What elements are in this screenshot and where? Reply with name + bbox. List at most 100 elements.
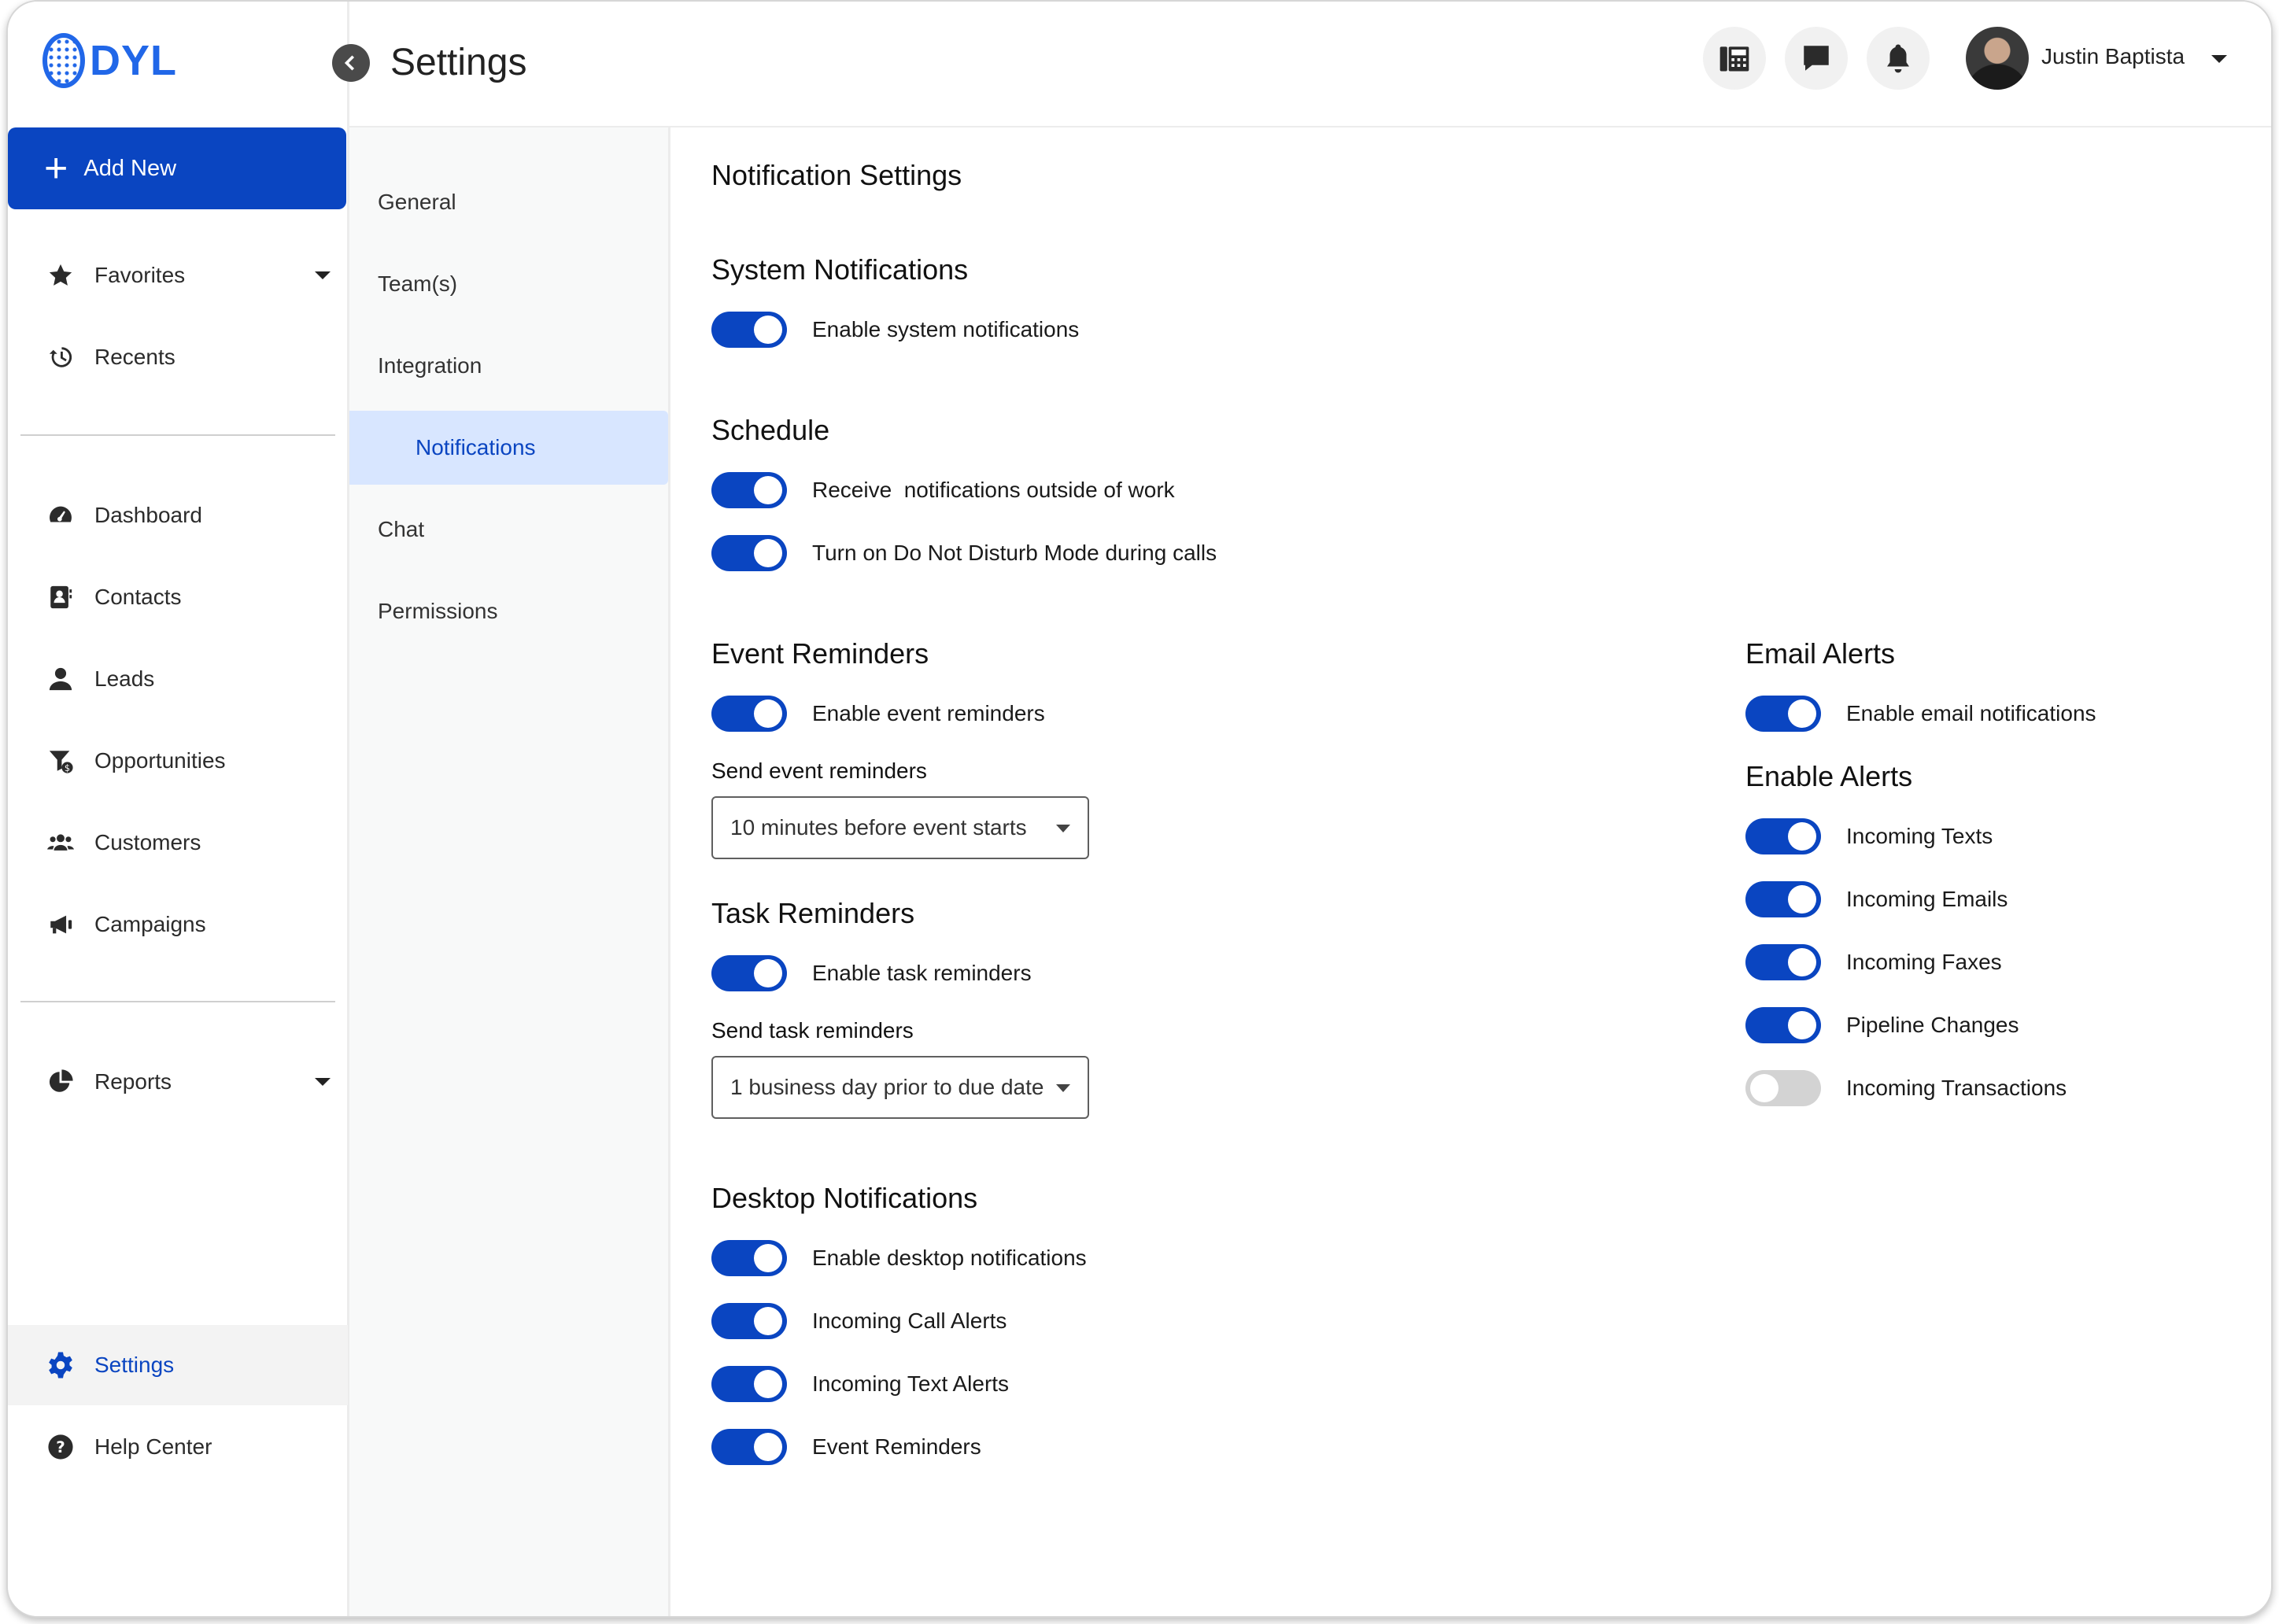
sidebar-item-customers[interactable]: Customers [8, 803, 348, 883]
fax-icon [1719, 46, 1749, 72]
gear-icon [46, 1350, 76, 1380]
desktop-notifications-toggle[interactable] [711, 1240, 787, 1276]
toggle-label: Incoming Emails [1846, 887, 2008, 911]
toggle-label: Enable desktop notifications [812, 1246, 1087, 1270]
add-new-label: Add New [83, 155, 177, 181]
sidebar-item-label: Leads [94, 666, 155, 691]
chevron-down-icon[interactable] [2211, 55, 2227, 63]
pipeline-changes-toggle[interactable] [1745, 1007, 1821, 1043]
send-event-reminders-label: Send event reminders [711, 758, 927, 783]
incoming-emails-row: Incoming Emails [1745, 881, 2008, 917]
sidebar-item-settings[interactable]: Settings [8, 1325, 348, 1405]
notifications-button[interactable] [1867, 27, 1930, 90]
incoming-call-alerts-toggle[interactable] [711, 1303, 787, 1339]
sidebar-item-label: Customers [94, 830, 201, 854]
toggle-label: Incoming Call Alerts [812, 1308, 1007, 1333]
chat-icon [1804, 46, 1829, 71]
incoming-texts-toggle[interactable] [1745, 818, 1821, 854]
logo-mark-icon [42, 33, 85, 88]
event-reminder-select[interactable]: 10 minutes before event starts [711, 796, 1089, 859]
subnav-item-general[interactable]: General [349, 165, 668, 239]
incoming-call-alerts-row: Incoming Call Alerts [711, 1303, 1007, 1339]
add-new-button[interactable]: + Add New [8, 127, 346, 209]
megaphone-icon [46, 910, 76, 939]
app-window: DYL + Add New Favorites Recents Dashboar… [6, 0, 2273, 1618]
fax-button[interactable] [1703, 27, 1766, 90]
email-notifications-toggle[interactable] [1745, 696, 1821, 732]
chevron-down-icon[interactable] [315, 1078, 331, 1086]
page-title: Settings [390, 42, 527, 83]
sidebar-item-favorites[interactable]: Favorites [8, 235, 348, 316]
history-icon [46, 342, 76, 372]
system-notifications-row: Enable system notifications [711, 312, 1079, 348]
sidebar-item-dashboard[interactable]: Dashboard [8, 475, 348, 555]
sidebar-item-label: Opportunities [94, 748, 226, 773]
avatar[interactable] [1966, 27, 2029, 90]
outside-work-row: Receive notifications outside of work [711, 472, 1175, 508]
desktop-event-reminders-row: Event Reminders [711, 1429, 981, 1465]
chat-button[interactable] [1785, 27, 1848, 90]
dnd-toggle[interactable] [711, 535, 787, 571]
dashboard-icon [46, 500, 76, 530]
users-icon [46, 828, 76, 858]
task-reminder-select[interactable]: 1 business day prior to due date [711, 1056, 1089, 1119]
task-reminders-heading: Task Reminders [711, 897, 915, 929]
sidebar-item-label: Recents [94, 345, 175, 369]
contacts-icon [46, 582, 76, 612]
send-task-reminders-label: Send task reminders [711, 1018, 914, 1043]
pipeline-changes-row: Pipeline Changes [1745, 1007, 2019, 1043]
toggle-label: Enable event reminders [812, 701, 1045, 725]
sidebar-item-opportunities[interactable]: $ Opportunities [8, 721, 348, 801]
system-notifications-toggle[interactable] [711, 312, 787, 348]
incoming-transactions-toggle[interactable] [1745, 1070, 1821, 1106]
logo[interactable]: DYL [42, 33, 177, 88]
toggle-label: Incoming Faxes [1846, 950, 2002, 974]
desktop-notifications-row: Enable desktop notifications [711, 1240, 1087, 1276]
subnav-item-chat[interactable]: Chat [349, 493, 668, 567]
toggle-label: Turn on Do Not Disturb Mode during calls [812, 541, 1217, 565]
task-reminders-row: Enable task reminders [711, 955, 1032, 991]
pie-chart-icon [46, 1067, 76, 1097]
sidebar-item-reports[interactable]: Reports [8, 1042, 348, 1122]
sidebar-divider [20, 434, 335, 436]
sidebar-item-leads[interactable]: Leads [8, 639, 348, 719]
subnav-item-notifications[interactable]: Notifications [349, 411, 668, 485]
enable-alerts-heading: Enable Alerts [1745, 760, 1913, 792]
notification-settings-panel: Notification Settings System Notificatio… [670, 127, 2271, 1616]
subnav-item-permissions[interactable]: Permissions [349, 574, 668, 648]
sidebar-divider [20, 1001, 335, 1002]
chevron-down-icon [1056, 825, 1070, 832]
dnd-row: Turn on Do Not Disturb Mode during calls [711, 535, 1217, 571]
outside-work-toggle[interactable] [711, 472, 787, 508]
logo-text: DYL [90, 37, 177, 84]
subnav-item-teams[interactable]: Team(s) [349, 247, 668, 321]
toggle-label: Event Reminders [812, 1434, 981, 1459]
sidebar-item-label: Help Center [94, 1434, 212, 1459]
task-reminders-toggle[interactable] [711, 955, 787, 991]
email-alerts-heading: Email Alerts [1745, 637, 1896, 670]
desktop-event-reminders-toggle[interactable] [711, 1429, 787, 1465]
chevron-left-icon [344, 55, 355, 71]
incoming-text-alerts-toggle[interactable] [711, 1366, 787, 1402]
incoming-faxes-toggle[interactable] [1745, 944, 1821, 980]
star-icon [46, 260, 76, 290]
sidebar-item-help-center[interactable]: ? Help Center [8, 1407, 348, 1487]
schedule-heading: Schedule [711, 414, 830, 446]
incoming-transactions-row: Incoming Transactions [1745, 1070, 2067, 1106]
incoming-faxes-row: Incoming Faxes [1745, 944, 2002, 980]
top-header: Settings Justin Baptista [332, 2, 2271, 127]
subnav-item-integration[interactable]: Integration [349, 329, 668, 403]
email-notifications-row: Enable email notifications [1745, 696, 2096, 732]
event-reminders-toggle[interactable] [711, 696, 787, 732]
sidebar-item-recents[interactable]: Recents [8, 317, 348, 397]
incoming-emails-toggle[interactable] [1745, 881, 1821, 917]
back-button[interactable] [332, 44, 370, 82]
sidebar-item-label: Contacts [94, 585, 182, 609]
chevron-down-icon[interactable] [315, 271, 331, 279]
sidebar-item-campaigns[interactable]: Campaigns [8, 884, 348, 965]
user-name[interactable]: Justin Baptista [2041, 44, 2185, 69]
sidebar-item-label: Campaigns [94, 912, 206, 936]
svg-text:?: ? [56, 1438, 65, 1456]
bell-icon [1887, 44, 1909, 73]
sidebar-item-contacts[interactable]: Contacts [8, 557, 348, 637]
